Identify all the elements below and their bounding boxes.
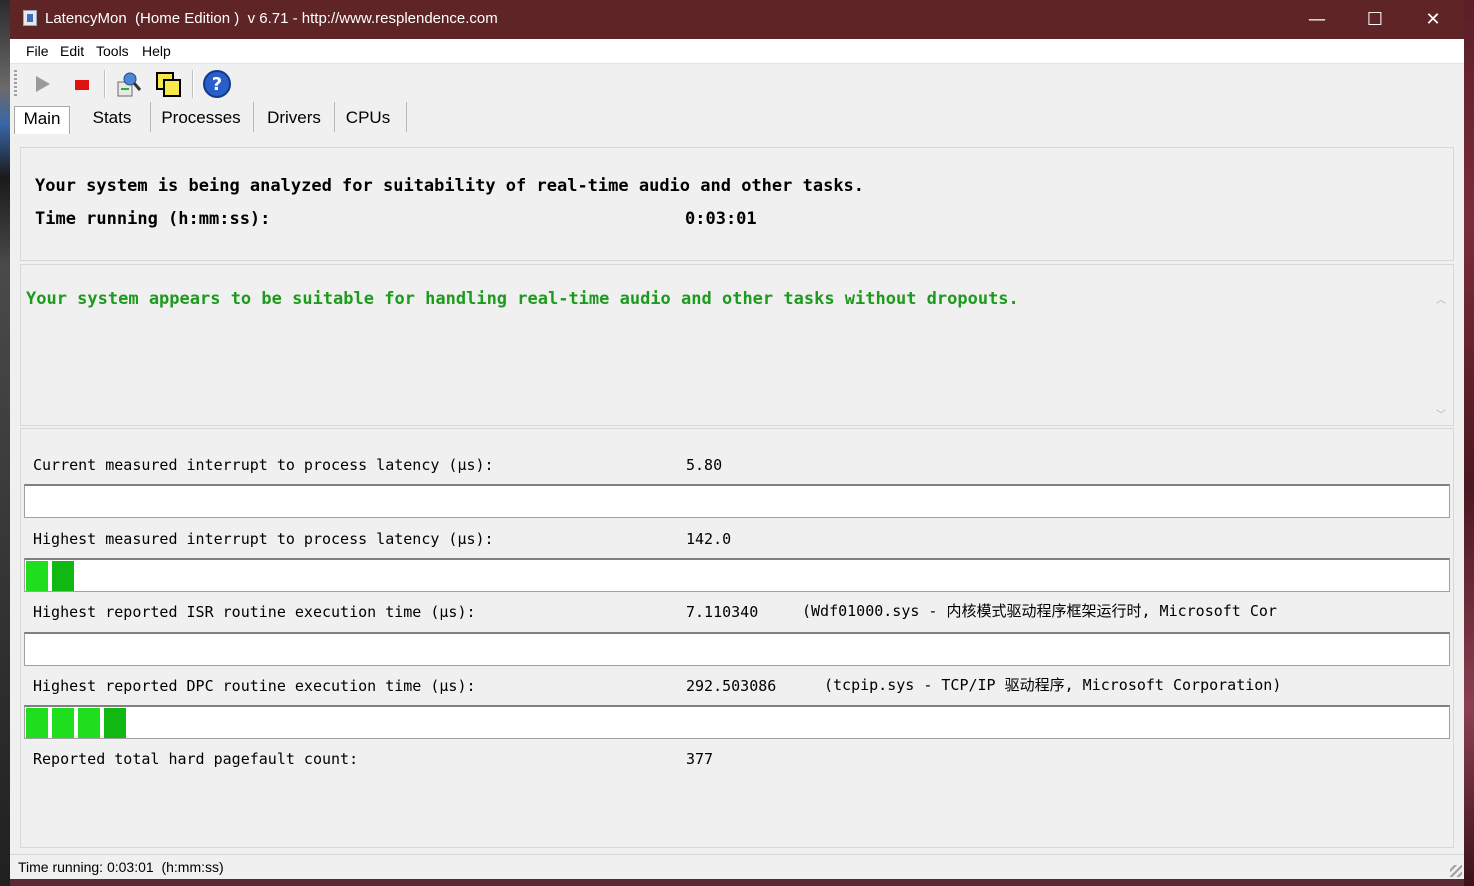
tab-stats[interactable]: Stats <box>84 106 140 134</box>
time-running-label: Time running (h:mm:ss): <box>35 209 271 229</box>
minimize-icon: — <box>1308 9 1326 30</box>
pagefault-count-label: Reported total hard pagefault count: <box>33 750 359 768</box>
isr-time-value: 7.110340 <box>686 603 759 621</box>
menu-file[interactable]: File <box>26 43 49 59</box>
highest-latency-label: Highest measured interrupt to process la… <box>33 530 494 548</box>
isr-time-bar <box>24 632 1450 666</box>
tab-drivers[interactable]: Drivers <box>260 106 328 134</box>
play-icon <box>36 76 50 92</box>
tab-cpus[interactable]: CPUs <box>340 106 396 134</box>
scroll-down-arrow-icon[interactable]: ﹀ <box>1434 406 1448 421</box>
help-icon: ? <box>203 70 231 98</box>
menu-help[interactable]: Help <box>142 43 171 59</box>
analysis-header-panel <box>20 147 1454 261</box>
tab-bar: Main Stats Processes Drivers CPUs <box>10 102 1464 134</box>
maximize-icon: ☐ <box>1366 9 1384 30</box>
tab-main[interactable]: Main <box>14 106 70 134</box>
menu-tools[interactable]: Tools <box>96 43 129 59</box>
stop-button[interactable] <box>66 68 98 100</box>
dpc-driver-info: (tcpip.sys - TCP/IP 驱动程序, Microsoft Corp… <box>824 676 1282 694</box>
bar-segment <box>26 561 50 591</box>
latencymon-window: LatencyMon (Home Edition ) v 6.71 - http… <box>10 0 1464 879</box>
toolbar: ? <box>10 64 1464 102</box>
help-button[interactable]: ? <box>201 68 233 100</box>
window-title: LatencyMon (Home Edition ) v 6.71 - http… <box>45 10 498 27</box>
desktop-background-right <box>1464 0 1474 886</box>
title-bar[interactable]: LatencyMon (Home Edition ) v 6.71 - http… <box>10 0 1464 39</box>
dpc-time-bar <box>24 705 1450 739</box>
highest-latency-bar <box>24 558 1450 592</box>
maximize-button[interactable]: ☐ <box>1346 0 1404 39</box>
isr-driver-info: (Wdf01000.sys - 内核模式驱动程序框架运行时, Microsoft… <box>802 602 1277 620</box>
tab-separator <box>406 102 407 132</box>
dpc-time-value: 292.503086 <box>686 677 777 695</box>
toolbar-grip[interactable] <box>14 70 17 98</box>
highest-latency-value: 142.0 <box>686 530 732 548</box>
bar-segment <box>104 708 128 738</box>
menu-bar: File Edit Tools Help <box>10 39 1464 64</box>
tab-separator <box>334 102 335 132</box>
windows-icon <box>156 72 181 97</box>
analysis-status-text: Your system is being analyzed for suitab… <box>35 176 865 196</box>
isr-time-label: Highest reported ISR routine execution t… <box>33 603 476 621</box>
status-text: Time running: 0:03:01 (h:mm:ss) <box>18 859 224 875</box>
tab-separator <box>150 102 151 132</box>
minimize-button[interactable]: — <box>1288 0 1346 39</box>
bar-segment <box>52 561 76 591</box>
time-running-value: 0:03:01 <box>685 209 757 229</box>
stop-icon <box>75 80 89 90</box>
toolbar-separator <box>192 70 194 98</box>
bar-segment <box>78 708 102 738</box>
report-icon <box>117 72 142 97</box>
svg-text:?: ? <box>212 74 222 95</box>
toolbar-separator <box>104 70 106 98</box>
report-button[interactable] <box>112 68 144 100</box>
status-bar: Time running: 0:03:01 (h:mm:ss) <box>10 854 1464 879</box>
bar-segment <box>52 708 76 738</box>
tab-separator <box>253 102 254 132</box>
close-button[interactable]: ✕ <box>1404 0 1462 39</box>
scroll-up-arrow-icon[interactable]: ︿ <box>1434 291 1448 306</box>
close-icon: ✕ <box>1425 9 1441 30</box>
current-latency-label: Current measured interrupt to process la… <box>33 456 494 474</box>
start-button[interactable] <box>26 68 58 100</box>
current-latency-bar <box>24 484 1450 518</box>
dpc-time-label: Highest reported DPC routine execution t… <box>33 677 476 695</box>
verdict-text: Your system appears to be suitable for h… <box>26 289 1019 309</box>
app-icon <box>23 10 37 26</box>
resize-grip-icon[interactable] <box>1450 865 1462 877</box>
pagefault-count-value: 377 <box>686 750 714 768</box>
bar-segment <box>26 708 50 738</box>
current-latency-value: 5.80 <box>686 456 723 474</box>
desktop-background-left <box>0 0 10 886</box>
windows-button[interactable] <box>152 68 184 100</box>
tab-processes[interactable]: Processes <box>156 106 246 134</box>
menu-edit[interactable]: Edit <box>60 43 84 59</box>
